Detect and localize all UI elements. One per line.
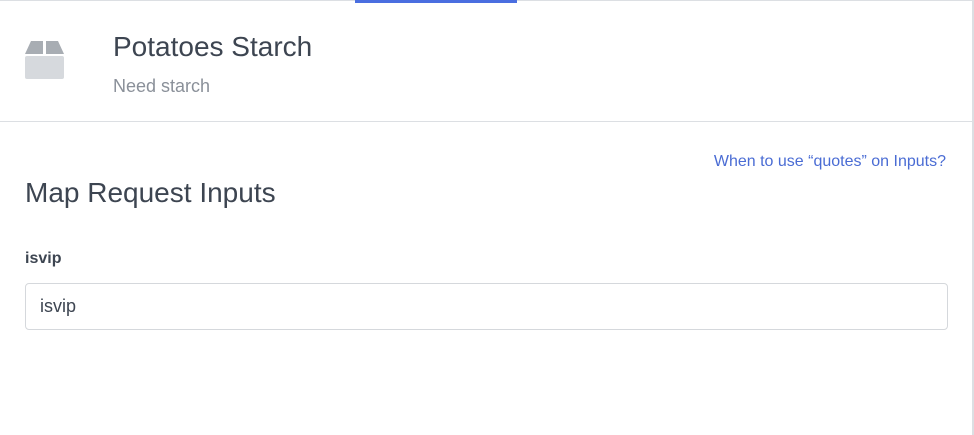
box-icon [25,41,64,79]
isvip-input[interactable] [25,283,948,330]
page-subtitle: Need starch [113,76,211,96]
header: Potatoes Starch Need starch [0,1,972,122]
page: Potatoes Starch Need starch When to use … [0,0,974,435]
section-title: Map Request Inputs [25,177,276,208]
isvip-field-label: isvip [25,250,62,267]
quotes-help-link[interactable]: When to use “quotes” on Inputs? [714,152,946,172]
page-title: Potatoes Starch [113,31,313,62]
